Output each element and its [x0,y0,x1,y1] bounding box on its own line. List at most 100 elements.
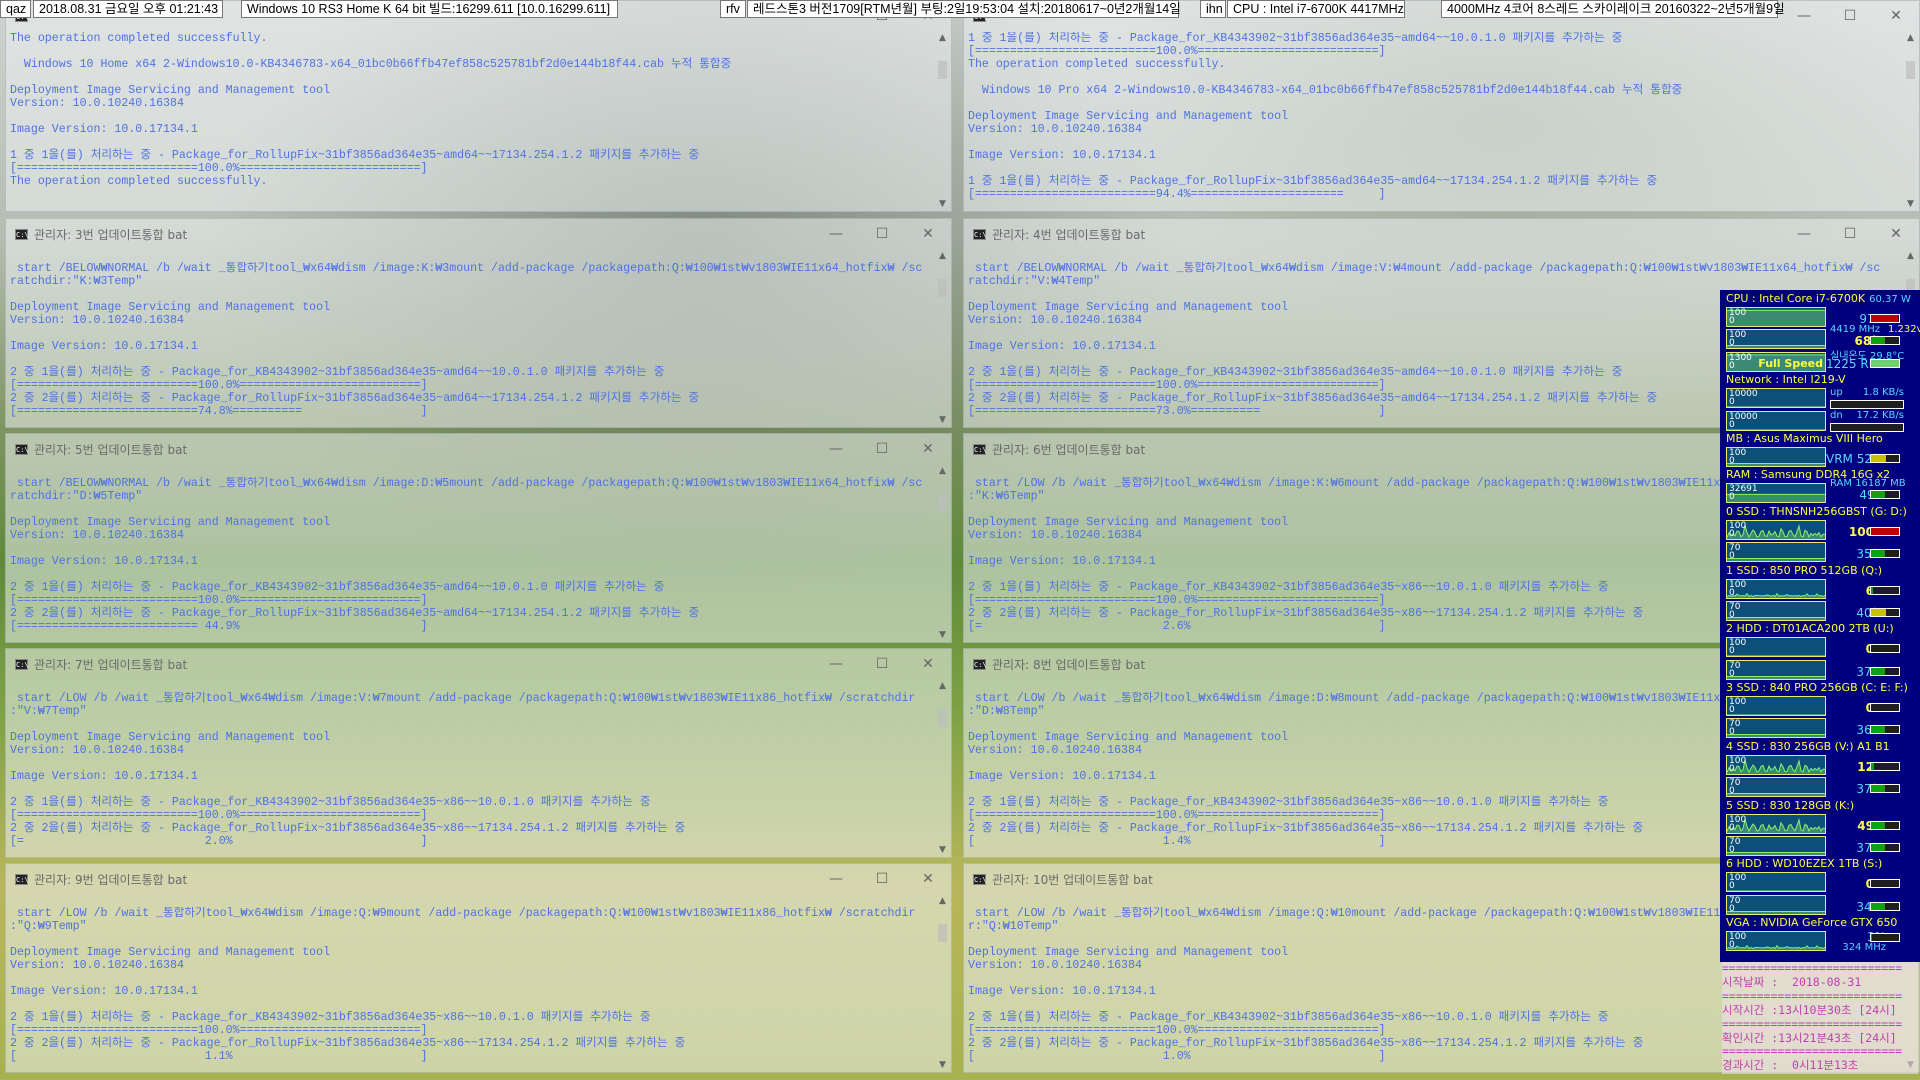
scroll-down-arrow-icon[interactable]: ▼ [934,1060,951,1070]
usage-graph: 10000 0 [1726,388,1826,409]
graph-min-label: 0 [1729,338,1735,349]
section-title: 4 SSD : 830 256GB (V:) A1 B1 [1726,740,1920,754]
scrollbar-thumb[interactable] [938,924,947,942]
scrollbar-thumb[interactable] [938,494,947,512]
close-button[interactable]: ✕ [905,864,951,894]
scroll-up-arrow-icon[interactable]: ▲ [934,33,951,43]
graph-min-label: 0 [1729,419,1735,430]
maximize-button[interactable]: ☐ [859,649,905,679]
usage-graph: 100 0 [1726,519,1826,540]
maximize-button[interactable]: ☐ [859,434,905,464]
maximize-button[interactable]: ☐ [859,219,905,249]
usage-graph: 100 0 [1726,931,1826,952]
scroll-up-arrow-icon[interactable]: ▲ [1902,33,1919,43]
level-bar-fill [1871,844,1885,852]
console-window[interactable]: C:\ 관리자: 3번 업데이트통합 bat — ☐ ✕ start /BELOW₩NO… [5,218,952,428]
scroll-down-arrow-icon[interactable]: ▼ [934,199,951,209]
section-title: Network : Intel I219-V [1726,373,1920,387]
console-output: start /BELOW₩NORMAL /b /wait _통합하기tool_₩… [10,477,933,633]
monitor-section: 5 SSD : 830 128GB (K:)100049%70037°C [1726,799,1920,858]
scroll-up-arrow-icon[interactable]: ▲ [1902,251,1919,261]
window-title: 관리자: 3번 업데이트통합 bat [34,227,188,242]
vertical-scrollbar[interactable]: ▲▼ [1902,31,1919,211]
vertical-scrollbar[interactable]: ▲▼ [934,679,951,857]
scrollbar-thumb[interactable] [1906,61,1915,79]
level-bar-fill [1871,454,1887,462]
scroll-down-arrow-icon[interactable]: ▼ [934,630,951,640]
graph-min-label: 0 [1729,646,1735,657]
console-line: Windows 10 Pro x64 2-Windows10.0-KB43467… [968,84,1683,97]
level-bar [1870,820,1900,830]
console-line: 2 중 2을(를) 처리하는 중 - Package_for_RollupFix… [10,392,700,405]
console-line: Deployment Image Servicing and Managemen… [10,84,331,97]
window-title-bar[interactable]: C:\ 관리자: 4번 업데이트통합 bat — ☐ ✕ [964,219,1919,249]
scrollbar-thumb[interactable] [938,279,947,297]
level-bar [1870,879,1900,889]
log-elapsed-time: 경과시간 : 0시11분13초 [1722,1058,1859,1073]
monitor-row: 100 0 100% [1726,519,1920,541]
console-line: start /BELOW₩NORMAL /b /wait _통합하기tool_₩… [968,262,1881,275]
level-bar-fill [1871,608,1887,616]
minimize-button[interactable]: — [813,219,859,249]
console-output: 1 중 1을(를) 처리하는 중 - Package_for_KB4343902… [968,32,1901,201]
maximize-button[interactable]: ☐ [859,864,905,894]
section-title-text: 1 SSD : 850 PRO 512GB (Q:) [1726,563,1883,577]
vertical-scrollbar[interactable]: ▲▼ [934,249,951,427]
scroll-up-arrow-icon[interactable]: ▲ [934,466,951,476]
console-line: Image Version: 10.0.17134.1 [10,123,198,136]
maximize-button[interactable]: ☐ [1827,219,1873,249]
console-window[interactable]: C:\ 관리자: 9번 업데이트통합 bat — ☐ ✕ start /LOW /b /… [5,863,952,1073]
vertical-scrollbar[interactable]: ▲▼ [934,894,951,1072]
close-button[interactable]: ✕ [905,434,951,464]
graph-min-label: 0 [1729,786,1735,797]
section-title: 6 HDD : WD10EZEX 1TB (S:) [1726,857,1920,871]
scroll-down-arrow-icon[interactable]: ▼ [934,845,951,855]
graph-min-label: 0 [1729,763,1735,774]
window-title-bar[interactable]: C:\ 관리자: 3번 업데이트통합 bat — ☐ ✕ [6,219,951,249]
minimize-button[interactable]: — [1781,219,1827,249]
log-separator: ========================== [1722,1044,1903,1059]
cpu-info-display: 4000MHz 4코어 8스레드 스카이레이크 20160322~2년5개월9일 [1441,0,1785,18]
graph-min-label: 0 [1729,705,1735,716]
close-button[interactable]: ✕ [1873,219,1919,249]
usage-graph: 10000 0 [1726,410,1826,431]
vertical-scrollbar[interactable]: ▲▼ [934,31,951,211]
scroll-down-arrow-icon[interactable]: ▼ [1902,199,1919,209]
window-title: 관리자: 5번 업데이트통합 bat [34,442,188,457]
window-title-bar[interactable]: C:\ 관리자: 5번 업데이트통합 bat — ☐ ✕ [6,434,951,464]
minimize-button[interactable]: — [813,864,859,894]
minimize-button[interactable]: — [813,434,859,464]
vertical-scrollbar[interactable]: ▲▼ [934,464,951,642]
window-title-bar[interactable]: C:\ 관리자: 7번 업데이트통합 bat — ☐ ✕ [6,649,951,679]
network-readout: dn 17.2 KB/s [1830,410,1904,421]
console-line: 1 중 1을(를) 처리하는 중 - Package_for_KB4343902… [968,32,1623,45]
console-window[interactable]: C:\—☐✕The operation completed successful… [5,0,952,212]
monitor-section: Network : Intel I219-V 10000 0 up 1.8 KB/s 10… [1726,373,1920,432]
scrollbar-thumb[interactable] [938,61,947,79]
console-line: [==========================100.0%=======… [10,1024,428,1037]
scroll-up-arrow-icon[interactable]: ▲ [934,896,951,906]
level-bar-fill [1871,934,1872,942]
scrollbar-thumb[interactable] [938,709,947,727]
window-title-bar[interactable]: C:\ 관리자: 9번 업데이트통합 bat — ☐ ✕ [6,864,951,894]
console-window[interactable]: C:\ 관리자: 5번 업데이트통합 bat — ☐ ✕ start /BELOW₩NO… [5,433,952,643]
close-button[interactable]: ✕ [905,649,951,679]
scroll-up-arrow-icon[interactable]: ▲ [934,681,951,691]
cmd-icon: C:\ [15,443,29,455]
graph-min-label: 0 [1729,727,1735,738]
monitor-section: 4 SSD : 830 256GB (V:) A1 B1100012%70037… [1726,740,1920,799]
console-window[interactable]: C:\—☐✕1 중 1을(를) 처리하는 중 - Package_for_KB4… [963,0,1920,212]
usage-graph: 100 0 [1726,696,1826,717]
cmd-icon: C:\ [973,443,987,455]
scroll-down-arrow-icon[interactable]: ▼ [934,415,951,425]
log-check-time: 확인시간 :13시21분43초 [24시] [1722,1030,1897,1045]
console-line: Image Version: 10.0.17134.1 [968,149,1156,162]
console-line: 2 중 1을(를) 처리하는 중 - Package_for_KB4343902… [10,1011,651,1024]
minimize-button[interactable]: — [813,649,859,679]
close-button[interactable]: ✕ [905,219,951,249]
scroll-up-arrow-icon[interactable]: ▲ [934,251,951,261]
console-window[interactable]: C:\ 관리자: 7번 업데이트통합 bat — ☐ ✕ start /LOW /b /… [5,648,952,858]
network-rate: 17.2 KB/s [1856,409,1904,421]
